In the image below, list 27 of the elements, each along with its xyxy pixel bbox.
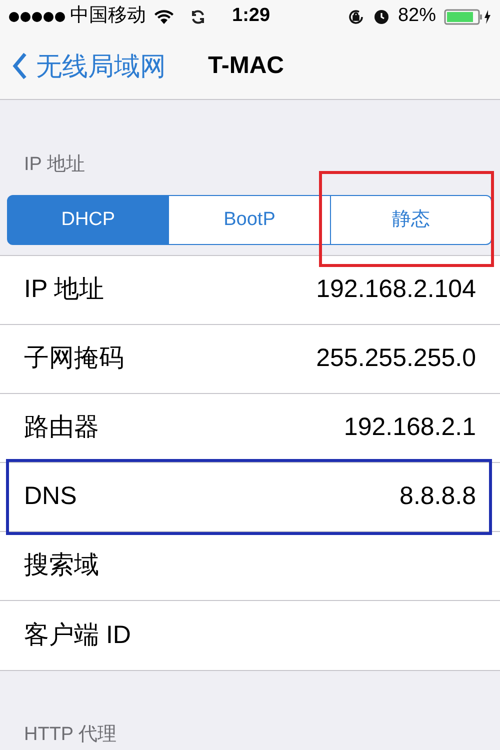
segment-tab[interactable]: 静态 (330, 195, 492, 245)
segment-tab[interactable]: DHCP (7, 195, 170, 245)
row-label: 客户端 ID (24, 620, 131, 651)
row-value: 192.168.2.104 (316, 274, 476, 306)
row-label: 子网掩码 (24, 343, 124, 374)
battery-icon (444, 8, 492, 24)
rotation-lock-icon (346, 8, 365, 26)
row-label: 搜索域 (24, 550, 99, 582)
battery-percent: 82% (398, 4, 436, 28)
wifi-icon (154, 9, 174, 24)
carrier-name: 中国移动 (70, 4, 146, 28)
alarm-icon (372, 8, 390, 25)
row-value: 192.168.2.1 (344, 412, 476, 444)
section-header: HTTP 代理 (24, 723, 117, 747)
sync-icon (190, 8, 206, 24)
row-value: 8.8.8.8 (400, 481, 476, 512)
row-label: IP 地址 (24, 274, 104, 306)
row-label: 路由器 (24, 412, 99, 444)
row-value: 255.255.255.0 (316, 343, 476, 374)
back-button[interactable]: 无线局域网 (12, 46, 166, 86)
row-label: DNS (24, 481, 77, 512)
section-header: IP 地址 (24, 152, 85, 176)
signal-icon (8, 10, 66, 22)
chevron-left-icon (12, 52, 28, 80)
nav-title: T-MAC (208, 51, 284, 81)
clock-time: 1:29 (232, 4, 270, 28)
segment-tab[interactable]: BootP (168, 195, 331, 245)
